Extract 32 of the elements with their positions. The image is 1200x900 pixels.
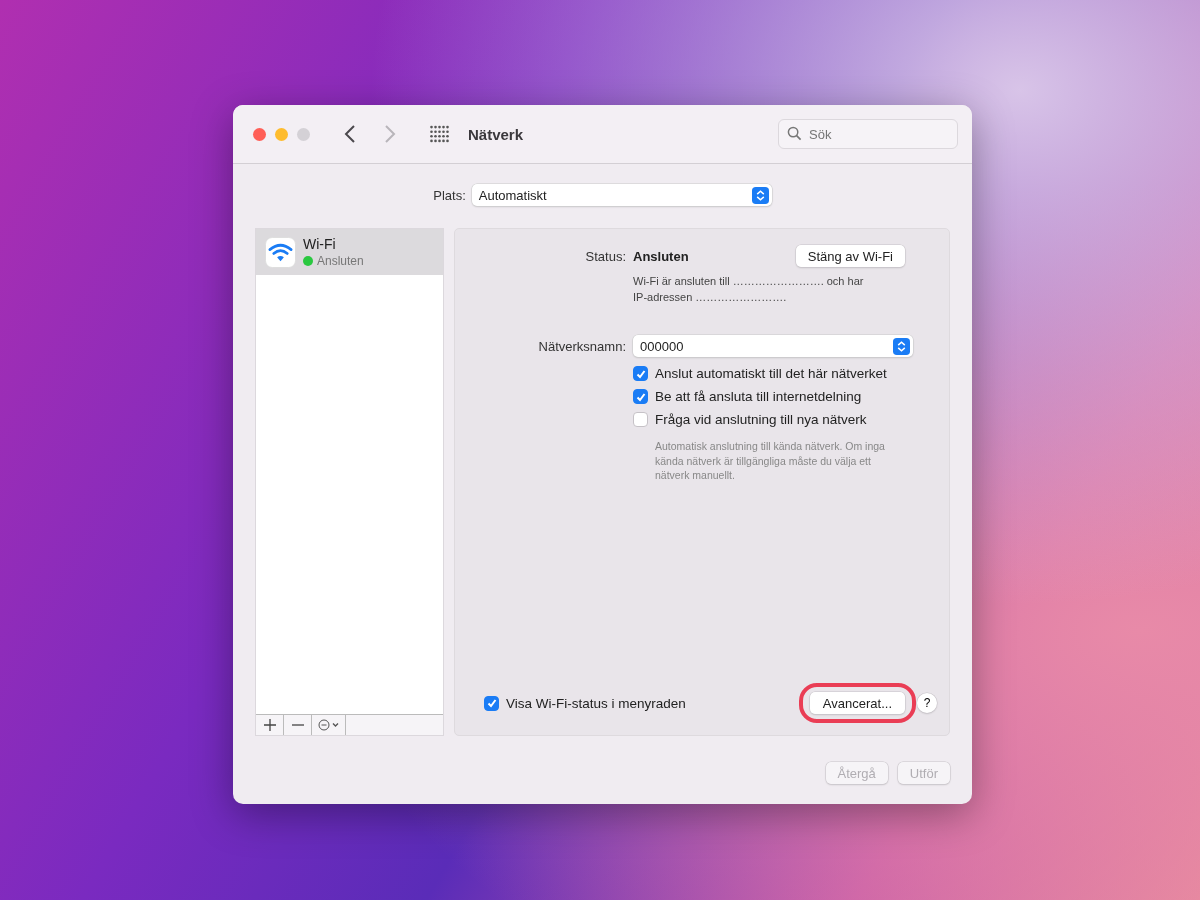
hint-text: Automatisk anslutning till kända nätverk. Om inga kända nätverk är tillgängliga måste du välja ett nätverk manuellt. xyxy=(655,439,886,483)
status-label: Status: xyxy=(584,248,626,264)
location-dropdown[interactable]: Automatiskt xyxy=(471,184,772,206)
checkbox-label: Fråga vid anslutning till nya nätverk xyxy=(655,412,867,427)
stepper-icon xyxy=(893,337,910,355)
grid-icon[interactable] xyxy=(430,124,450,144)
status-description: Wi-Fi är ansluten till ……………………. och har IP-adressen ……………………. xyxy=(633,274,865,305)
turn-off-wifi-button[interactable]: Stäng av Wi-Fi xyxy=(795,245,905,267)
service-name: Wi-Fi xyxy=(303,236,337,252)
back-icon[interactable] xyxy=(344,124,356,144)
wifi-icon xyxy=(265,236,296,268)
network-name-label: Nätverksnamn: xyxy=(537,338,626,354)
window-title: Nätverk xyxy=(468,125,524,143)
search-field[interactable]: Sök xyxy=(778,119,958,149)
checkbox[interactable] xyxy=(633,412,648,427)
checkbox[interactable] xyxy=(484,695,499,711)
status-value: Ansluten xyxy=(633,248,690,264)
checkbox[interactable] xyxy=(633,366,648,381)
checkbox-label: Visa Wi-Fi-status i menyraden xyxy=(506,695,686,711)
checkbox-label: Anslut automatiskt till det här nätverket xyxy=(655,366,887,381)
checkbox-label: Be att få ansluta till internetdelning xyxy=(655,389,862,404)
checkbox[interactable] xyxy=(633,389,648,404)
plus-icon xyxy=(263,719,276,731)
help-button[interactable]: ? xyxy=(917,693,937,713)
service-status: Ansluten xyxy=(317,254,364,268)
network-name-dropdown[interactable]: 000000 xyxy=(633,335,913,357)
stepper-icon xyxy=(751,186,769,204)
action-menu-icon xyxy=(317,719,340,731)
close-button[interactable] xyxy=(253,127,266,141)
location-label: Plats: xyxy=(433,187,466,203)
advanced-button[interactable]: Avancerat... xyxy=(809,692,905,714)
service-item[interactable]: Wi-Fi Ansluten xyxy=(256,229,443,275)
